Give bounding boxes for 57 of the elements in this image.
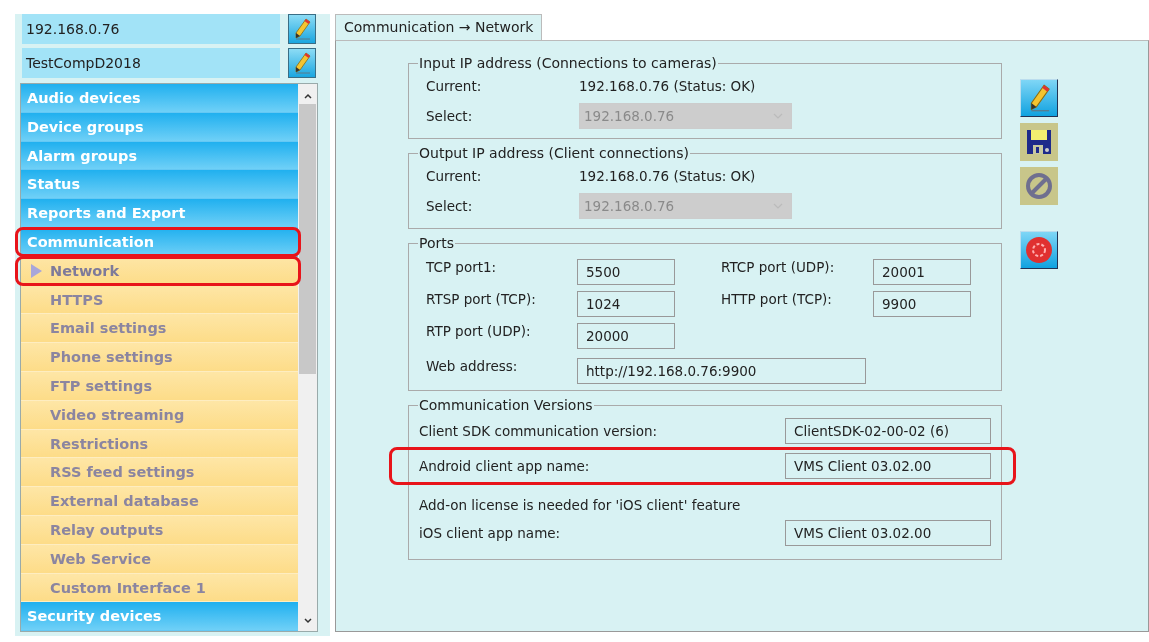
field-label: Select:: [426, 107, 474, 124]
menu-item[interactable]: FTP settings: [21, 371, 298, 401]
menu-item[interactable]: Audio devices: [21, 84, 298, 113]
status-text: 192.168.0.76 (Status: OK): [579, 78, 756, 94]
menu-item[interactable]: Email settings: [21, 314, 298, 344]
field-label: RTSP port (TCP):: [426, 291, 537, 307]
spinner-icon: [1025, 236, 1053, 264]
version-field[interactable]: ClientSDK-02-00-02 (6): [785, 418, 991, 444]
field-label: HTTP port (TCP):: [721, 291, 833, 307]
tab[interactable]: Communication → Network: [335, 14, 543, 40]
menu-item[interactable]: Restrictions: [21, 429, 298, 459]
group-title: Ports: [418, 235, 456, 251]
scroll-down-icon[interactable]: [302, 617, 313, 626]
menu-item[interactable]: Device groups: [21, 112, 298, 142]
menu-item[interactable]: Phone settings: [21, 343, 298, 372]
field-label: Client SDK communication version:: [419, 423, 658, 439]
menu-item[interactable]: Web Service: [21, 544, 298, 574]
field-label: iOS client app name:: [419, 525, 561, 541]
field-label: Current:: [426, 168, 483, 184]
pencil-icon: [293, 52, 311, 74]
menu-item[interactable]: Status: [21, 170, 298, 200]
menu-item[interactable]: Video streaming: [21, 400, 298, 430]
status-text: 192.168.0.76 (Status: OK): [579, 168, 756, 184]
menu-item[interactable]: External database: [21, 487, 298, 516]
port-field[interactable]: 20000: [577, 323, 675, 349]
field-label: RTP port (UDP):: [426, 323, 532, 339]
menu-item[interactable]: Security devices: [21, 602, 298, 632]
field-label: RTCP port (UDP):: [721, 259, 836, 275]
host-field[interactable]: 192.168.0.76: [22, 14, 280, 44]
field-label: TCP port1:: [426, 259, 498, 275]
scroll-up-icon[interactable]: [302, 92, 313, 100]
pencil-icon: [293, 18, 311, 40]
group-title: Communication Versions: [418, 397, 594, 413]
menu-item[interactable]: Custom Interface 1: [21, 573, 298, 603]
host-field[interactable]: TestCompD2018: [22, 48, 280, 78]
version-field[interactable]: VMS Client 03.02.00: [785, 520, 991, 546]
menu-item[interactable]: Reports and Export: [21, 199, 298, 228]
field-label: Android client app name:: [419, 458, 590, 474]
menu-item[interactable]: Relay outputs: [21, 515, 298, 545]
field-label: Select:: [426, 197, 474, 214]
prohibited-icon: [1025, 172, 1053, 200]
reset-button[interactable]: [1020, 231, 1058, 269]
port-field[interactable]: 9900: [873, 291, 971, 317]
group-title: Input IP address (Connections to cameras): [418, 55, 718, 71]
port-field[interactable]: 5500: [577, 259, 675, 285]
scrollbar-thumb[interactable]: [299, 104, 316, 374]
group-title: Output IP address (Client connections): [418, 145, 690, 161]
web-address-field[interactable]: http://192.168.0.76:9900: [577, 358, 866, 384]
field-label: Current:: [426, 78, 483, 94]
menu-item[interactable]: Alarm groups: [21, 141, 298, 171]
field-label: Web address:: [426, 358, 519, 376]
port-field[interactable]: 1024: [577, 291, 675, 317]
version-field[interactable]: VMS Client 03.02.00: [785, 453, 991, 479]
license-note: Add-on license is needed for 'iOS client' feature: [419, 496, 742, 515]
menu-item[interactable]: RSS feed settings: [21, 458, 298, 488]
menu-item[interactable]: HTTPS: [21, 285, 298, 315]
port-field[interactable]: 20001: [873, 259, 971, 285]
